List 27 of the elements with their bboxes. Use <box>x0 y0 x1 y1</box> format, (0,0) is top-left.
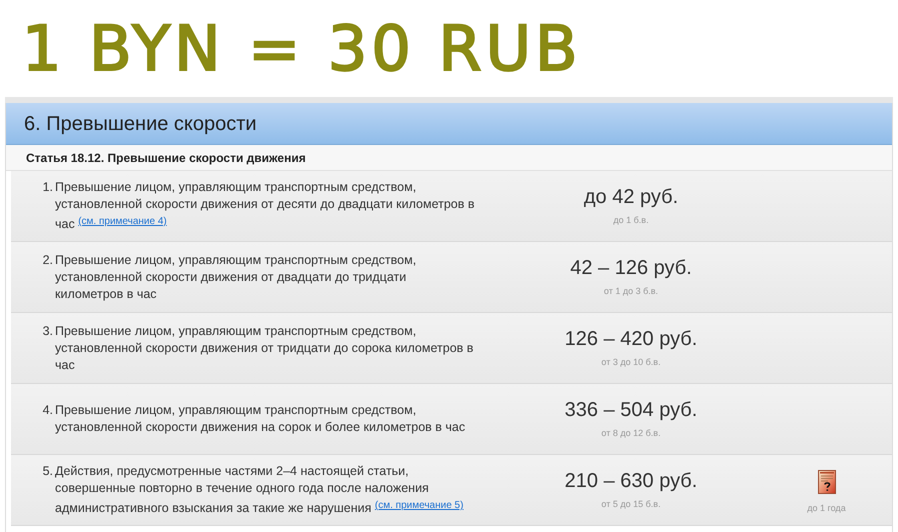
section-title: 6. Превышение скорости <box>24 112 257 136</box>
item-description: Превышение лицом, управляющим транспортным средством, установленной скорости движения от тридцати до сорока километров в час <box>55 322 474 374</box>
fine-amount: 210 – 630 руб. <box>564 469 698 494</box>
item-description: Превышение лицом, управляющим транспортным средством, установленной скорости движения от десяти до двадцати километров в час (см. примечание 4) <box>55 179 475 233</box>
base-units: от 3 до 10 б.в. <box>601 356 661 370</box>
handwritten-annotation: 1 BYN = 30 RUB <box>22 18 582 80</box>
item-number: 4. <box>42 402 53 419</box>
item-number: 5. <box>42 463 53 480</box>
fine-amount: 42 – 126 руб. <box>570 256 692 282</box>
article-title: Статья 18.12. Превышение скорости движения <box>26 150 306 166</box>
item-number: 3. <box>42 322 53 340</box>
base-units: от 8 до 12 б.в. <box>601 427 661 440</box>
item-number: 1. <box>42 179 53 196</box>
item-number: 2. <box>42 252 53 268</box>
fine-amount: до 42 руб. <box>584 185 678 210</box>
note-link[interactable]: (см. примечание 4) <box>78 216 167 227</box>
item-description: Превышение лицом, управляющим транспортным средством, установленной скорости движения на сорок и более километров в час <box>55 402 466 436</box>
note-link[interactable]: (см. примечание 5) <box>374 500 464 511</box>
item-description: Действия, предусмотренные частями 2–4 настоящей статьи, совершенные повторно в течение одного года после наложения административного взыскания за такие же нарушения (см. примечание 5) <box>55 463 464 517</box>
fine-amount: 336 – 504 руб. <box>564 398 698 424</box>
item-description: Превышение лицом, управляющим транспортным средством, установленной скорости движения от двадцати до тридцати километров в час <box>55 252 418 302</box>
document-question-icon <box>818 470 836 494</box>
base-units: от 5 до 15 б.в. <box>601 498 661 512</box>
fine-amount: 126 – 420 руб. <box>564 327 698 352</box>
base-units: до 1 б.в. <box>613 214 649 228</box>
base-units: от 1 до 3 б.в. <box>604 285 658 298</box>
arrest-term: до 1 года <box>807 502 846 516</box>
